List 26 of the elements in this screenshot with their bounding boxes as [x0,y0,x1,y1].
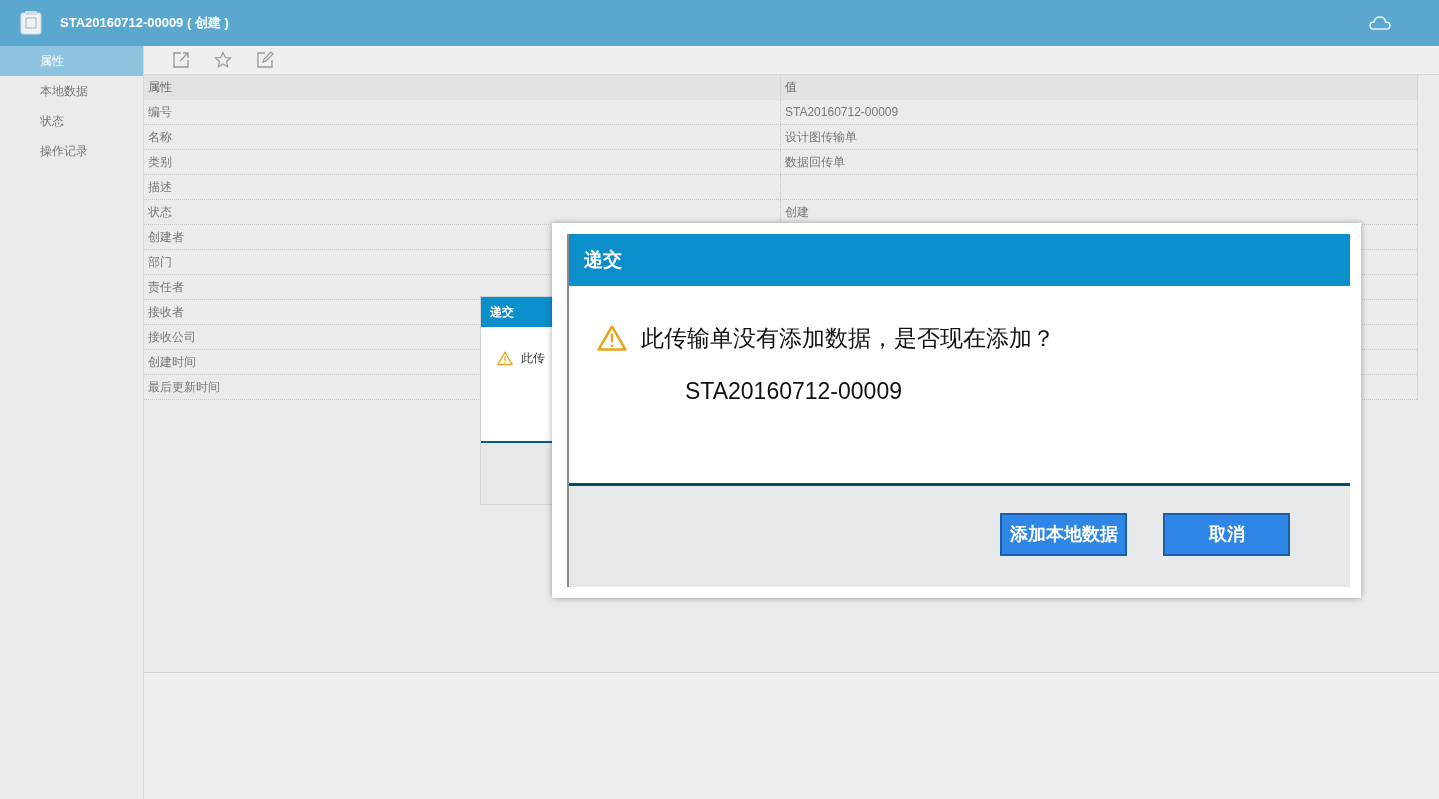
dialog-title: 递交 [490,304,514,321]
column-header: 值 [784,79,798,96]
sidebar-item[interactable]: 操作记录 [0,136,143,166]
warning-icon [497,350,513,366]
table-cell-text: STA20160712-00009 [785,104,899,121]
sidebar-item[interactable]: 本地数据 [0,76,143,106]
edit-icon[interactable] [256,51,274,69]
table-cell-text: 设计图传输单 [785,129,857,146]
table-cell: 类别 [144,150,781,174]
table-cell-text: 数据回传单 [785,154,845,171]
document-icon [20,11,42,35]
table-cell: 描述 [144,175,781,199]
star-icon[interactable] [214,51,232,69]
table-cell: 名称 [144,125,781,149]
dialog-button[interactable]: 取消 [1163,513,1290,556]
warning-icon [597,324,627,353]
share-icon[interactable] [172,51,190,69]
sidebar-item[interactable]: 状态 [0,106,143,136]
dialog-title: 递交 [584,247,622,272]
column-header: 属性 [144,75,781,99]
table-cell: 编号 [144,100,781,124]
cloud-icon[interactable] [1369,15,1391,31]
dialog-button[interactable]: 添加本地数据 [1000,513,1127,556]
dialog-message: 此传 [521,350,545,367]
table-cell-text: 创建 [785,204,809,221]
window-title: STA20160712-00009 ( 创建 ) [60,14,229,33]
